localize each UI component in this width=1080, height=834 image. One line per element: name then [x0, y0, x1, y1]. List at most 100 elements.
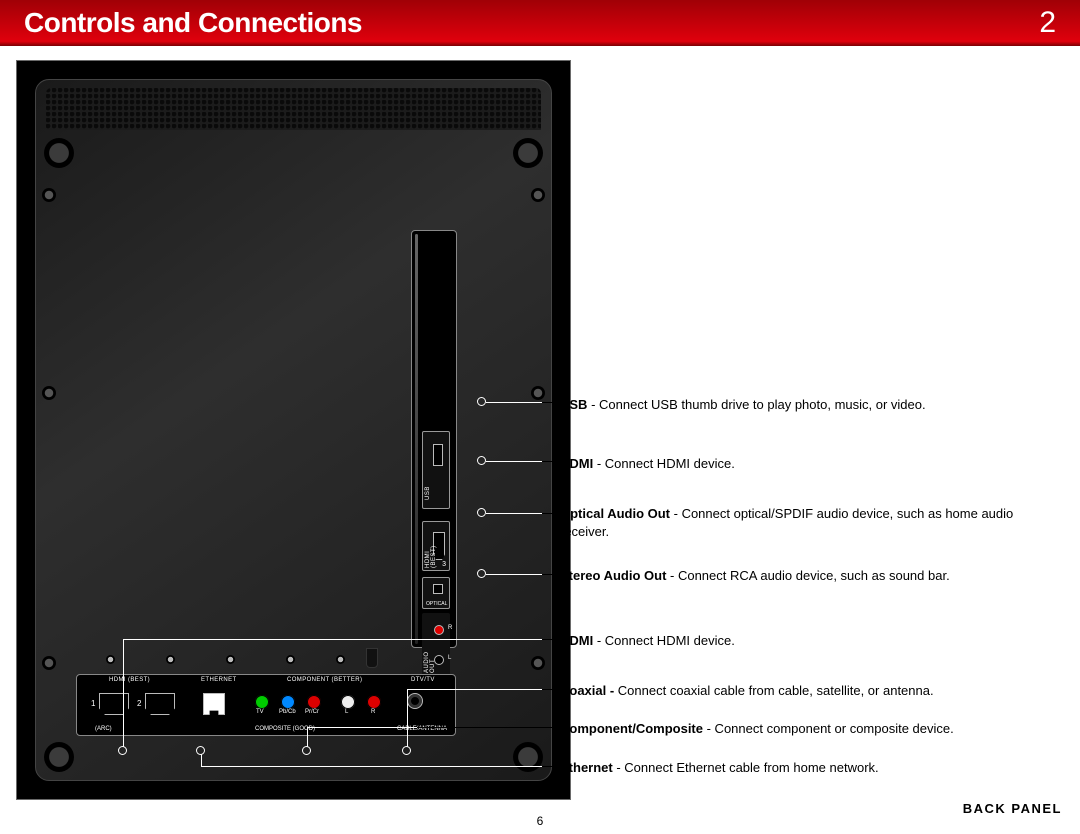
corner-boss: [513, 742, 543, 772]
chapter-title: Controls and Connections: [24, 7, 362, 39]
mini-screw-icon: [166, 655, 175, 664]
callout-label: HDMI: [560, 633, 593, 648]
hdmi3-num: 3: [442, 561, 446, 568]
callout-text: Connect coaxial cable from cable, satell…: [618, 683, 934, 698]
leader-line: [486, 402, 542, 403]
component-pb-jack: [281, 695, 295, 709]
screw-icon: [531, 188, 545, 202]
corner-boss: [44, 138, 74, 168]
leader-line: [123, 639, 542, 640]
corner-boss: [513, 138, 543, 168]
audio-out-label: AUDIO OUT: [424, 647, 436, 673]
mini-screw-icon: [286, 655, 295, 664]
callout-label: Optical Audio Out: [560, 506, 670, 521]
chapter-number: 2: [1039, 6, 1056, 40]
mini-screw-icon: [106, 655, 115, 664]
leader-line: [486, 574, 542, 575]
component-y-jack: [255, 695, 269, 709]
optical-slot-icon: [433, 584, 443, 594]
audio-r-label: R: [371, 709, 375, 715]
hdmi1-port: [99, 693, 129, 715]
leader-dot-icon: [402, 746, 411, 755]
audio-r: R: [448, 625, 452, 631]
leader-line: [486, 513, 542, 514]
callout-optical: Optical Audio Out - Connect optical/SPDI…: [560, 505, 1040, 540]
leader-line: [201, 754, 202, 766]
composite-label: COMPOSITE (GOOD): [255, 726, 315, 732]
callout-label: Stereo Audio Out: [560, 568, 666, 583]
callout-text: - Connect component or composite device.: [703, 721, 954, 736]
screw-icon: [42, 656, 56, 670]
comp-group-label: COMPONENT (BETTER): [287, 677, 362, 683]
callout-text: - Connect HDMI device.: [593, 456, 735, 471]
optical-label: OPTICAL: [426, 601, 447, 607]
callout-usb: USB - Connect USB thumb drive to play ph…: [560, 396, 1040, 414]
callout-label: USB: [560, 397, 587, 412]
hdmi3-port: HDMI (BEST) 3: [422, 521, 450, 571]
dtv-group-label: DTV/TV: [411, 677, 435, 683]
leader-line: [201, 766, 542, 767]
component-pr-jack: [307, 695, 321, 709]
audio-l: L: [448, 655, 451, 661]
callout-text: - Connect RCA audio device, such as soun…: [666, 568, 949, 583]
callout-ethernet: Ethernet - Connect Ethernet cable from h…: [560, 759, 1040, 777]
callout-hdmi-bottom: HDMI - Connect HDMI device.: [560, 632, 1040, 650]
hdmi1-num: 1: [91, 699, 95, 708]
callout-coax: Coaxial - Connect coaxial cable from cab…: [560, 682, 1060, 700]
callout-text: - Connect USB thumb drive to play photo,…: [587, 397, 925, 412]
leader-line: [486, 461, 542, 462]
rca-red-icon: [434, 625, 444, 635]
speaker-grille: [46, 88, 541, 130]
usb-port: USB: [422, 431, 450, 509]
hdmi3-label: HDMI (BEST): [425, 544, 437, 568]
callout-label: HDMI: [560, 456, 593, 471]
screw-icon: [531, 656, 545, 670]
callout-stereo: Stereo Audio Out - Connect RCA audio dev…: [560, 567, 1040, 585]
corner-boss: [44, 742, 74, 772]
callout-label: Component/Composite: [560, 721, 703, 736]
standoff: [366, 648, 378, 668]
leader-dot-icon: [477, 508, 486, 517]
leader-dot-icon: [477, 397, 486, 406]
side-port-cluster: USB HDMI (BEST) 3 OPTICAL AUDIO OUT R L: [411, 230, 457, 648]
callout-component: Component/Composite - Connect component …: [560, 720, 1060, 738]
callout-label: Ethernet: [560, 760, 613, 775]
hdmi-group-label: HDMI (BEST): [109, 677, 150, 683]
page-number: 6: [0, 814, 1080, 828]
usb-slot-icon: [433, 444, 443, 466]
leader-line: [407, 689, 542, 690]
tv-inner-plate: USB HDMI (BEST) 3 OPTICAL AUDIO OUT R L: [35, 79, 552, 781]
chapter-header: Controls and Connections 2: [0, 0, 1080, 46]
component-tv-label: TV: [256, 709, 264, 715]
callout-text: - Connect Ethernet cable from home netwo…: [613, 760, 879, 775]
ethernet-port: [203, 693, 225, 715]
hdmi2-num: 2: [137, 699, 141, 708]
audio-l-label: L: [345, 709, 348, 715]
arc-label: (ARC): [95, 726, 112, 732]
leader-line: [307, 727, 308, 747]
component-pb-label: Pb/Cb: [279, 709, 296, 715]
screw-icon: [531, 386, 545, 400]
leader-dot-icon: [302, 746, 311, 755]
leader-dot-icon: [118, 746, 127, 755]
optical-port: OPTICAL: [422, 577, 450, 609]
mini-screw-icon: [336, 655, 345, 664]
page-body: USB HDMI (BEST) 3 OPTICAL AUDIO OUT R L: [0, 46, 1080, 834]
audio-l-jack: [341, 695, 355, 709]
screw-icon: [42, 188, 56, 202]
usb-label: USB: [425, 486, 431, 500]
callout-text: - Connect HDMI device.: [593, 633, 735, 648]
hdmi2-port: [145, 693, 175, 715]
eth-group-label: ETHERNET: [201, 677, 237, 683]
stereo-audio-port: AUDIO OUT R L: [422, 613, 450, 683]
audio-r-jack: [367, 695, 381, 709]
screw-icon: [42, 386, 56, 400]
callout-label: Coaxial -: [560, 683, 618, 698]
leader-line: [407, 689, 408, 747]
coax-port: [407, 693, 423, 709]
leader-line: [123, 639, 124, 747]
callout-hdmi-side: HDMI - Connect HDMI device.: [560, 455, 1040, 473]
component-pr-label: Pr/Cr: [305, 709, 319, 715]
leader-dot-icon: [477, 456, 486, 465]
mini-screw-icon: [226, 655, 235, 664]
